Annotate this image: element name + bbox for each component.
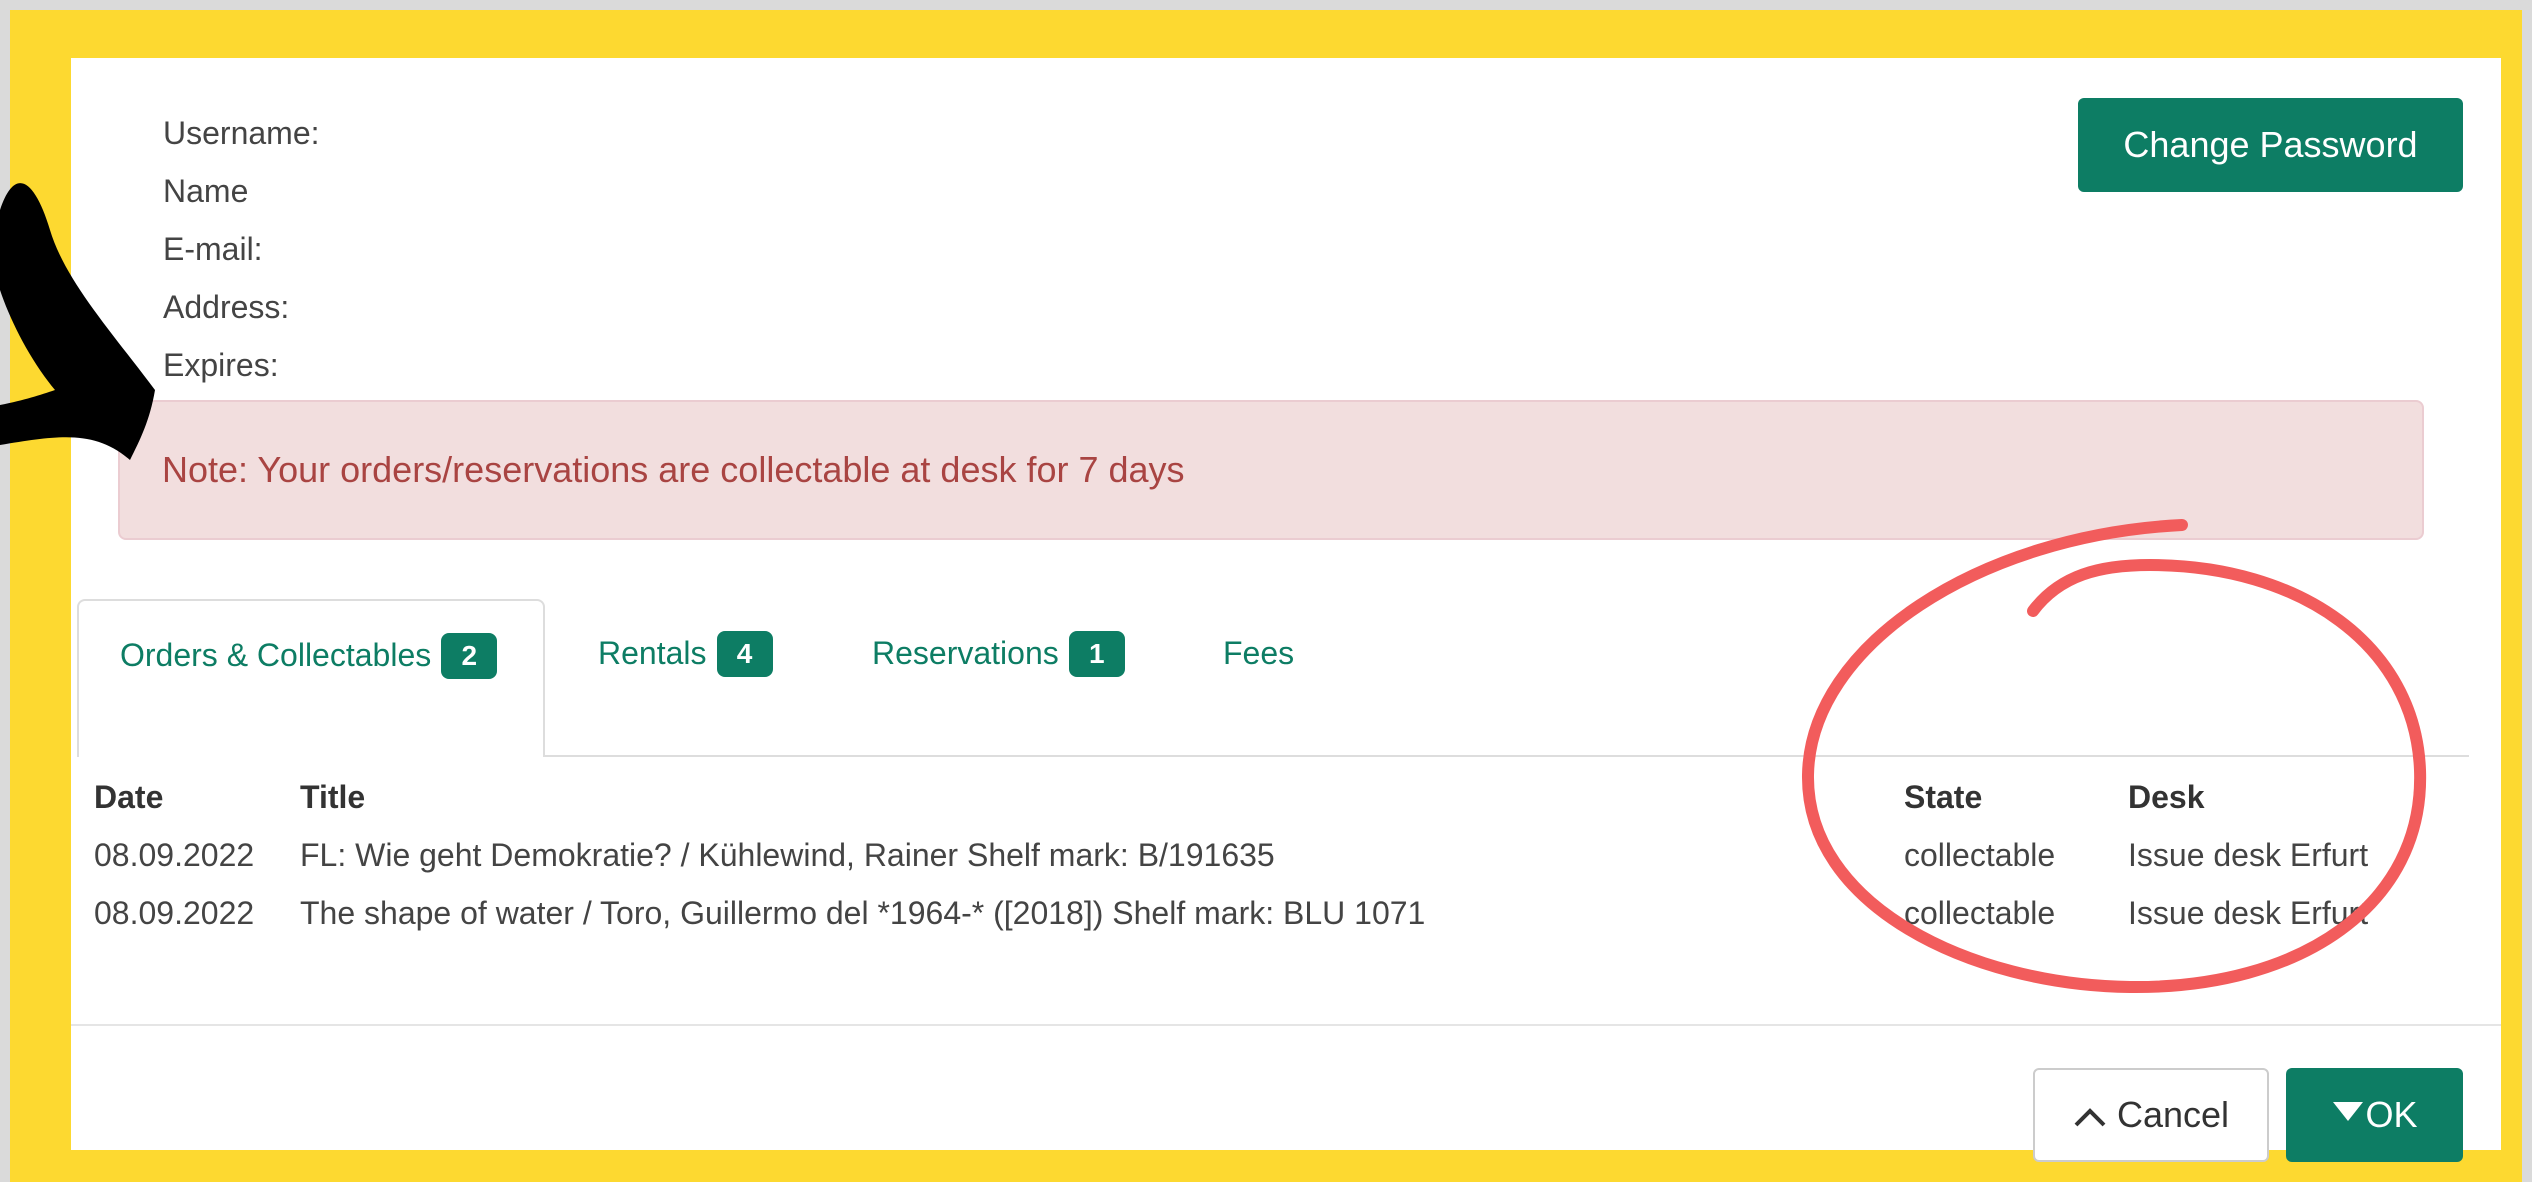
tab-label: Rentals xyxy=(598,635,707,671)
row-2-date: 08.09.2022 xyxy=(94,895,255,931)
name-label: Name xyxy=(163,173,249,209)
footer-divider xyxy=(71,1024,2501,1026)
tab-rentals[interactable]: Rentals 4 xyxy=(598,599,773,761)
tab-orders-collectables[interactable]: Orders & Collectables 2 xyxy=(77,599,545,757)
ok-label: OK xyxy=(2365,1094,2418,1135)
address-label: Address: xyxy=(163,289,290,325)
cancel-button[interactable]: Cancel xyxy=(2033,1068,2269,1162)
profile-info: Username: Name E-mail: Address: Expires: xyxy=(163,104,320,394)
tab-reservations[interactable]: Reservations 1 xyxy=(872,599,1125,761)
tab-label: Fees xyxy=(1223,635,1295,671)
row-1-title: FL: Wie geht Demokratie? / Kühlewind, Ra… xyxy=(300,837,1275,873)
reservations-count-badge: 1 xyxy=(1068,630,1125,677)
column-header-title: Title xyxy=(300,779,366,815)
ok-button[interactable]: OK xyxy=(2286,1068,2463,1162)
expires-label: Expires: xyxy=(163,347,279,383)
chevron-up-icon xyxy=(2074,1108,2106,1127)
annotation-arrow-icon xyxy=(0,183,155,460)
orders-count-badge: 2 xyxy=(441,632,498,679)
cancel-label: Cancel xyxy=(2116,1094,2230,1135)
annotation-circle-icon xyxy=(1801,519,2427,994)
tab-label: Reservations xyxy=(872,635,1059,671)
row-2-title: The shape of water / Toro, Guillermo del… xyxy=(300,895,1426,931)
tab-label: Orders & Collectables xyxy=(120,637,432,673)
username-label: Username: xyxy=(163,115,320,151)
email-label: E-mail: xyxy=(163,231,263,267)
rentals-count-badge: 4 xyxy=(716,630,773,677)
tab-fees[interactable]: Fees xyxy=(1223,599,1294,761)
row-1-date: 08.09.2022 xyxy=(94,837,255,873)
note-text: Note: Your orders/reservations are colle… xyxy=(162,449,1185,490)
column-header-date: Date xyxy=(94,779,164,815)
caret-down-icon xyxy=(2333,1102,2364,1122)
change-password-button[interactable]: Change Password xyxy=(2078,98,2463,192)
